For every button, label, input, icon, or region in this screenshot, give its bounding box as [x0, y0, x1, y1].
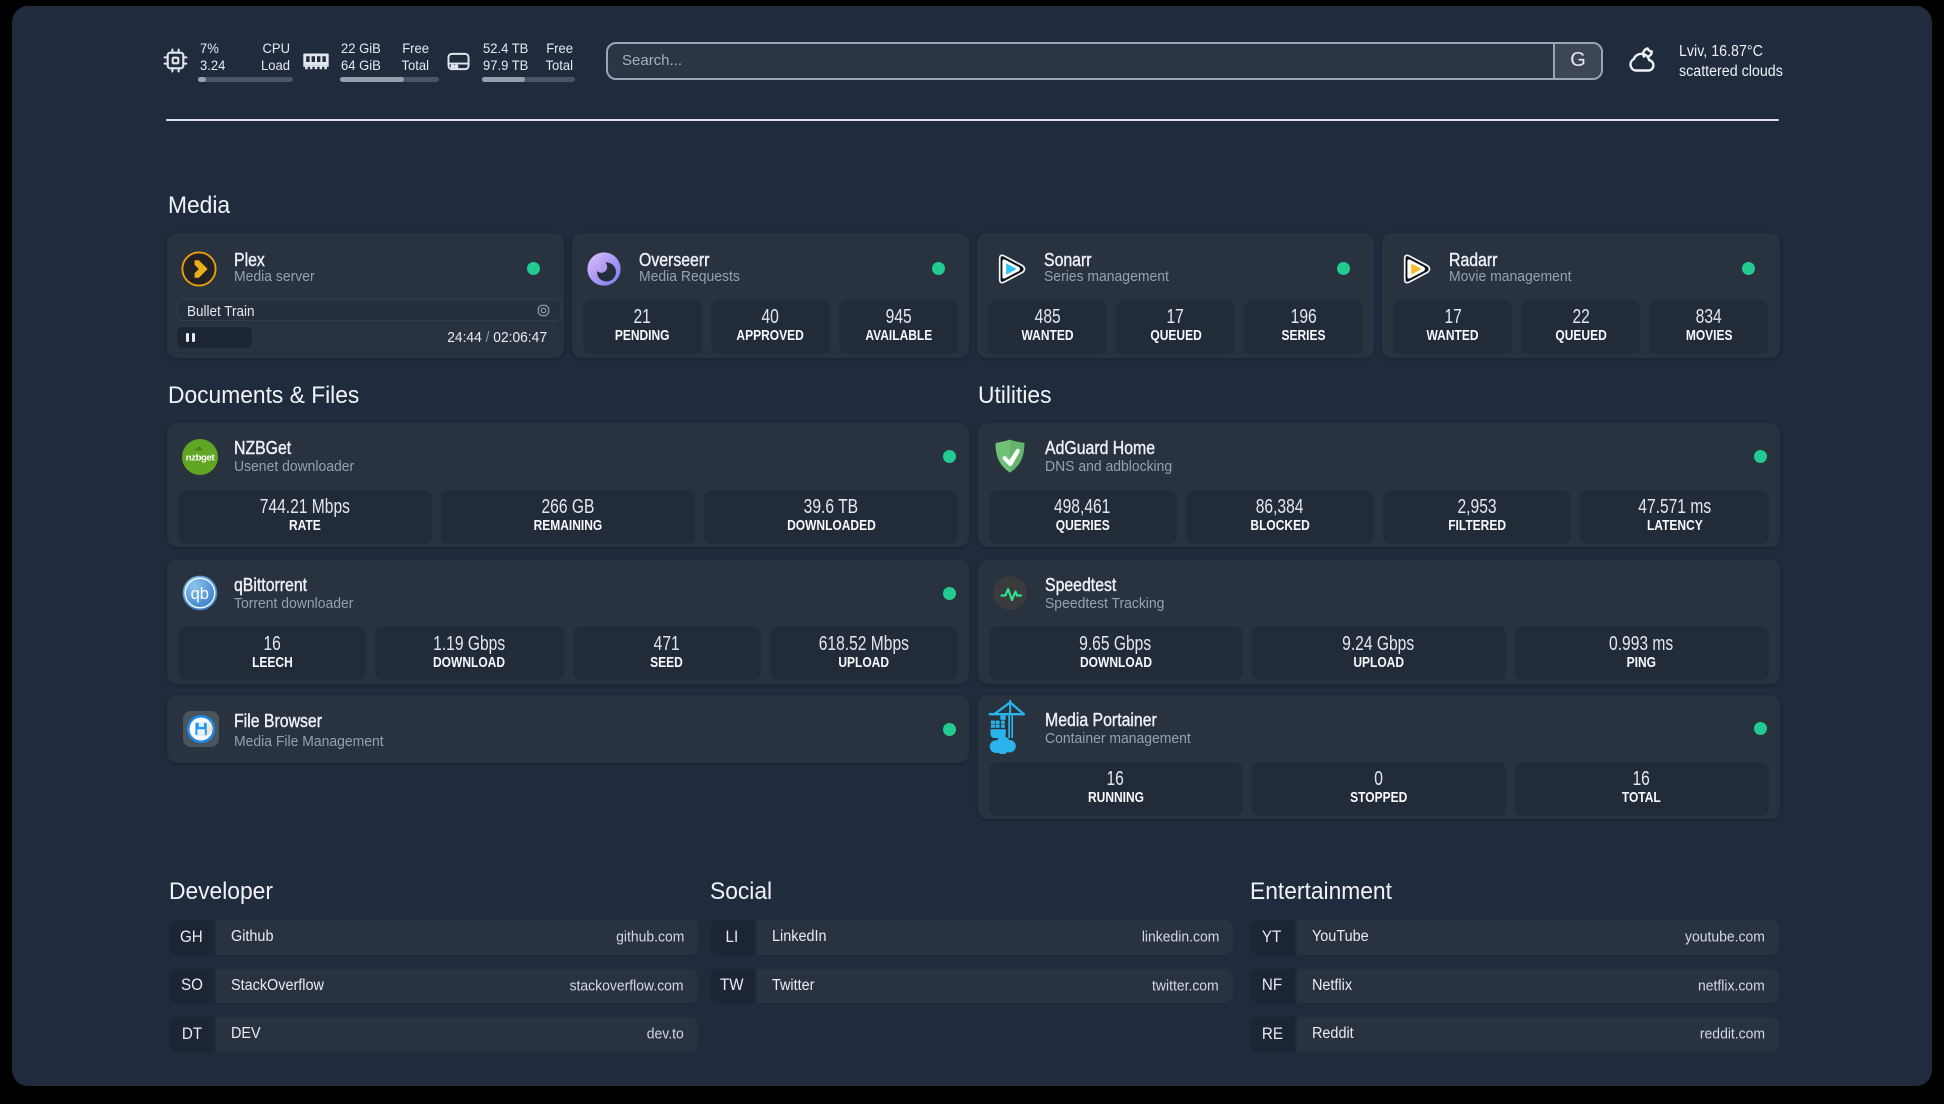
- svg-text:nzbget: nzbget: [185, 452, 215, 463]
- svg-text:qb: qb: [190, 585, 208, 603]
